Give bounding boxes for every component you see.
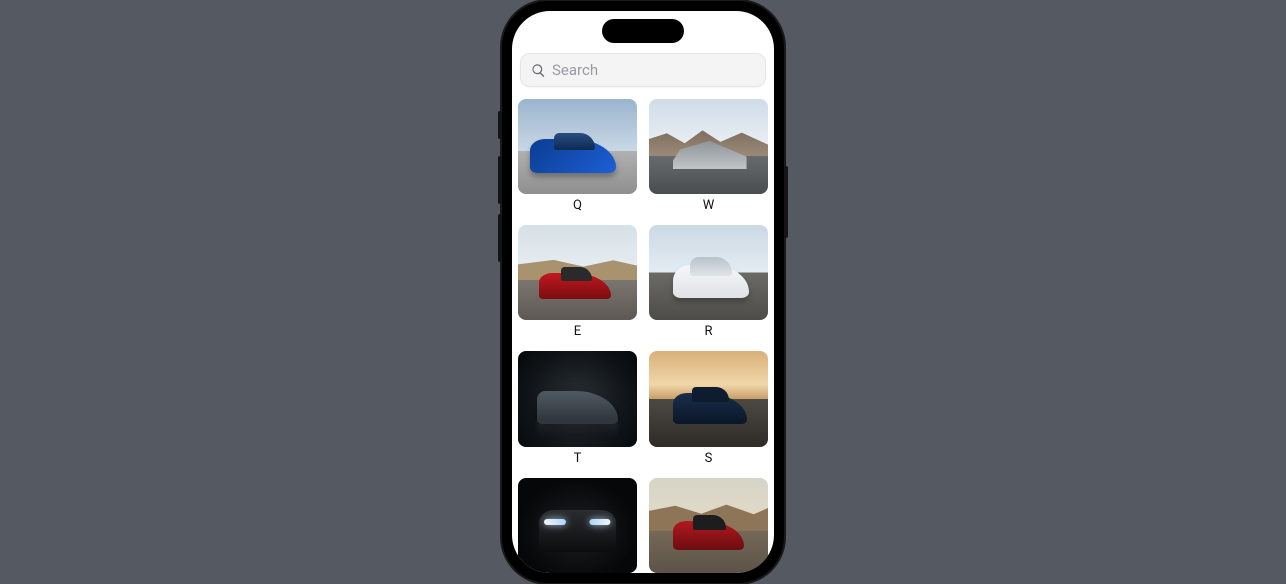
grid-item-q[interactable]: Q	[518, 99, 637, 213]
phone-screen: Q W E R	[512, 11, 774, 573]
app-content: Q W E R	[512, 11, 774, 573]
grid-item-thumbnail	[649, 99, 768, 194]
grid-item-e[interactable]: E	[518, 225, 637, 339]
search-bar[interactable]	[520, 53, 766, 87]
grid-item-thumbnail	[649, 225, 768, 320]
phone-power-button	[784, 166, 788, 238]
grid-item-a[interactable]: A	[518, 478, 637, 573]
grid-item-thumbnail	[518, 351, 637, 446]
dynamic-island	[602, 19, 684, 43]
grid-item-label: Q	[573, 198, 582, 213]
grid-item-s[interactable]: S	[649, 351, 768, 465]
grid-item-label: R	[704, 324, 712, 339]
grid-item-thumbnail	[649, 478, 768, 573]
grid-item-label: S	[705, 451, 713, 466]
phone-volume-up-button	[498, 156, 502, 204]
phone-side-button	[498, 111, 502, 139]
item-grid: Q W E R	[512, 93, 774, 573]
search-icon	[531, 63, 546, 78]
grid-item-t[interactable]: T	[518, 351, 637, 465]
phone-frame: Q W E R	[502, 1, 784, 583]
grid-item-z[interactable]: Z	[649, 478, 768, 573]
grid-item-label: E	[574, 324, 581, 339]
grid-item-thumbnail	[649, 351, 768, 446]
grid-item-thumbnail	[518, 99, 637, 194]
grid-item-thumbnail	[518, 225, 637, 320]
grid-item-w[interactable]: W	[649, 99, 768, 213]
grid-item-label: W	[703, 198, 715, 213]
grid-item-r[interactable]: R	[649, 225, 768, 339]
search-input[interactable]	[552, 61, 755, 79]
grid-item-label: T	[574, 451, 582, 466]
search-container	[512, 49, 774, 93]
phone-volume-down-button	[498, 214, 502, 262]
grid-item-thumbnail	[518, 478, 637, 573]
